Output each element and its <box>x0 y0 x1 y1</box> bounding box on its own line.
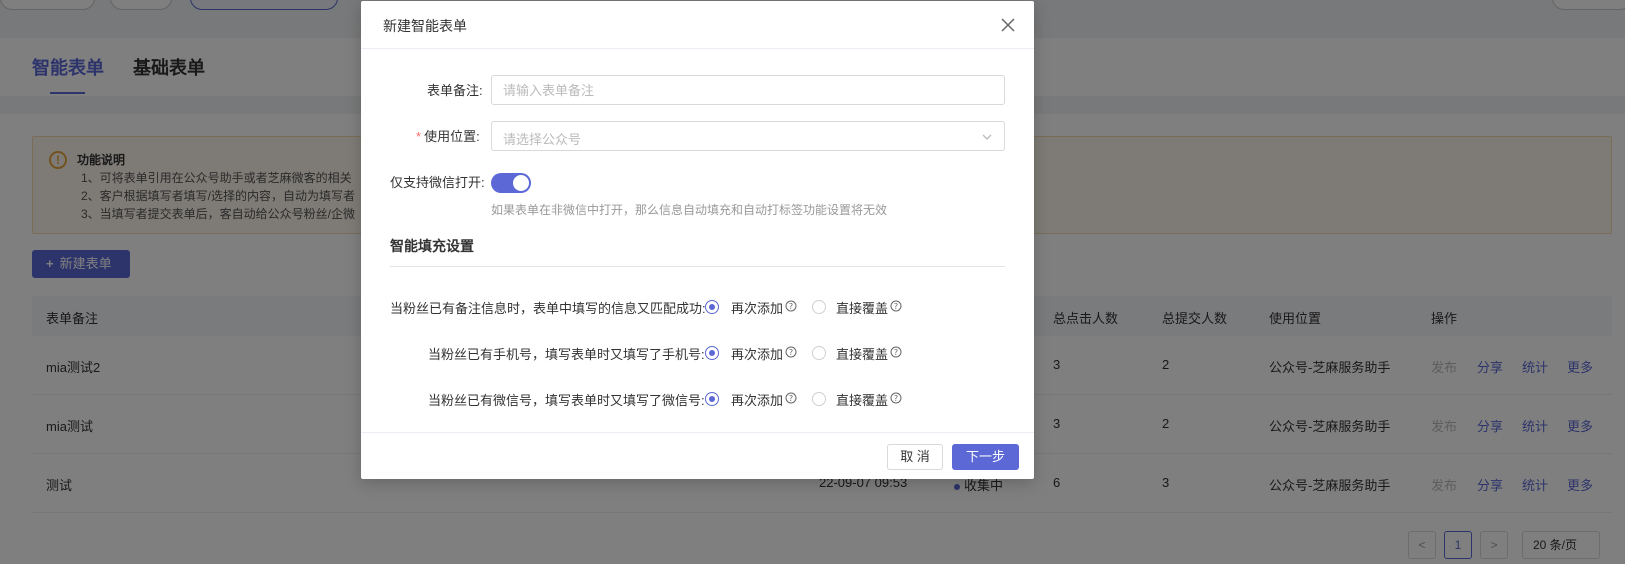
wechat-only-toggle[interactable] <box>491 173 531 193</box>
rule-remark-label: 当粉丝已有备注信息时，表单中填写的信息又匹配成功: <box>390 301 706 316</box>
radio-add-again[interactable] <box>705 392 719 406</box>
help-icon[interactable]: ? <box>890 392 902 404</box>
option-overwrite[interactable]: 直接覆盖 <box>836 298 888 317</box>
svg-text:?: ? <box>789 302 793 311</box>
option-overwrite[interactable]: 直接覆盖 <box>836 390 888 409</box>
location-select[interactable]: 请选择公众号 <box>491 121 1005 151</box>
wechat-only-hint: 如果表单在非微信中打开，那么信息自动填充和自动打标签功能设置将无效 <box>491 203 888 217</box>
remark-label: 表单备注: <box>427 83 483 98</box>
remark-input[interactable] <box>491 75 1005 105</box>
radio-overwrite[interactable] <box>812 392 826 406</box>
smart-fill-section-title: 智能填充设置 <box>390 238 474 254</box>
help-icon[interactable]: ? <box>785 392 797 404</box>
svg-text:?: ? <box>789 348 793 357</box>
svg-text:?: ? <box>894 348 898 357</box>
location-label-text: 使用位置: <box>424 129 480 144</box>
option-overwrite[interactable]: 直接覆盖 <box>836 344 888 363</box>
cancel-button[interactable]: 取 消 <box>887 444 943 470</box>
dialog-header: 新建智能表单 <box>361 1 1034 49</box>
wechat-only-label: 仅支持微信打开: <box>390 175 485 190</box>
dialog-title: 新建智能表单 <box>383 18 467 34</box>
help-icon[interactable]: ? <box>890 346 902 358</box>
location-select-placeholder: 请选择公众号 <box>503 132 582 147</box>
section-divider <box>390 266 1005 267</box>
radio-add-again[interactable] <box>705 346 719 360</box>
radio-overwrite[interactable] <box>812 300 826 314</box>
rule-phone-label: 当粉丝已有手机号，填写表单时又填写了手机号: <box>428 347 705 362</box>
help-icon[interactable]: ? <box>890 300 902 312</box>
svg-text:?: ? <box>789 394 793 403</box>
toggle-knob <box>513 175 529 191</box>
svg-text:?: ? <box>894 302 898 311</box>
required-marker: * <box>416 129 422 144</box>
rule-wechat-id-label: 当粉丝已有微信号，填写表单时又填写了微信号: <box>428 393 705 408</box>
new-smart-form-dialog: 新建智能表单 表单备注: *使用位置: 请选择公众号 仅支持微信打开: 如果表单… <box>361 1 1034 479</box>
radio-add-again[interactable] <box>705 300 719 314</box>
next-step-button[interactable]: 下一步 <box>952 444 1019 470</box>
radio-overwrite[interactable] <box>812 346 826 360</box>
option-add-again[interactable]: 再次添加 <box>731 298 783 317</box>
option-add-again[interactable]: 再次添加 <box>731 344 783 363</box>
location-label: * 使用位置: <box>416 126 480 145</box>
help-icon[interactable]: ? <box>785 300 797 312</box>
svg-text:?: ? <box>894 394 898 403</box>
option-add-again[interactable]: 再次添加 <box>731 390 783 409</box>
help-icon[interactable]: ? <box>785 346 797 358</box>
dialog-footer: 取 消 下一步 <box>361 432 1034 479</box>
chevron-down-icon <box>982 134 992 140</box>
close-icon[interactable] <box>998 15 1018 35</box>
